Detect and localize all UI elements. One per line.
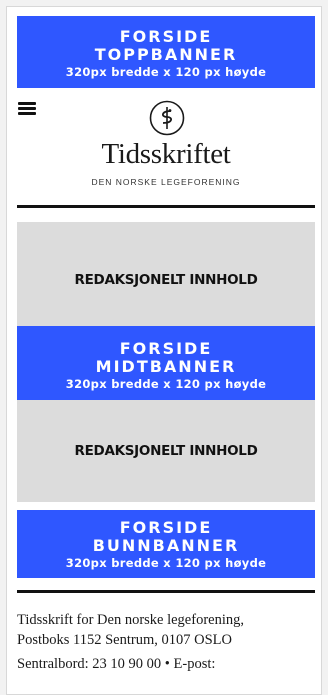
middle-banner-line2: MIDTBANNER [95, 356, 237, 376]
middle-banner-ad[interactable]: FORSIDE MIDTBANNER 320px bredde x 120 px… [17, 326, 315, 400]
top-banner-line1: FORSIDE [119, 26, 213, 46]
top-banner-line2: TOPPBANNER [94, 44, 238, 64]
editorial-content-block: REDAKSJONELT INNHOLD [17, 222, 315, 326]
hamburger-menu-icon[interactable] [18, 102, 36, 116]
bottom-banner-line1: FORSIDE [119, 517, 213, 537]
footer-line: Tidsskrift for Den norske legeforening, [17, 612, 244, 628]
middle-banner-line1: FORSIDE [119, 338, 213, 358]
middle-banner-size: 320px bredde x 120 px høyde [65, 376, 267, 391]
editorial-content-block: REDAKSJONELT INNHOLD [17, 400, 315, 502]
bottom-banner-ad[interactable]: FORSIDE BUNNBANNER 320px bredde x 120 px… [17, 510, 315, 578]
site-header: Tidsskriftet DEN NORSKE LEGEFORENING [17, 88, 315, 205]
site-logo-wordmark[interactable]: Tidsskriftet [17, 138, 315, 170]
bottom-banner-size: 320px bredde x 120 px høyde [65, 555, 267, 570]
editorial-content-label: REDAKSJONELT INNHOLD [74, 272, 258, 288]
footer-line: Sentralbord: 23 10 90 00 • E-post: [17, 656, 216, 672]
page-content: FORSIDE TOPPBANNER 320px bredde x 120 px… [17, 16, 315, 674]
page-frame: FORSIDE TOPPBANNER 320px bredde x 120 px… [6, 6, 322, 695]
bottom-banner-line2: BUNNBANNER [92, 535, 240, 555]
top-banner-ad[interactable]: FORSIDE TOPPBANNER 320px bredde x 120 px… [17, 16, 315, 88]
site-logo-subtitle: DEN NORSKE LEGEFORENING [91, 177, 241, 187]
top-banner-size: 320px bredde x 120 px høyde [65, 64, 267, 79]
footer-line: Postboks 1152 Sentrum, 0107 OSLO [17, 632, 232, 648]
editorial-content-label: REDAKSJONELT INNHOLD [74, 443, 258, 459]
site-footer: Tidsskrift for Den norske legeforening, … [17, 593, 315, 674]
caduceus-icon [149, 100, 185, 136]
